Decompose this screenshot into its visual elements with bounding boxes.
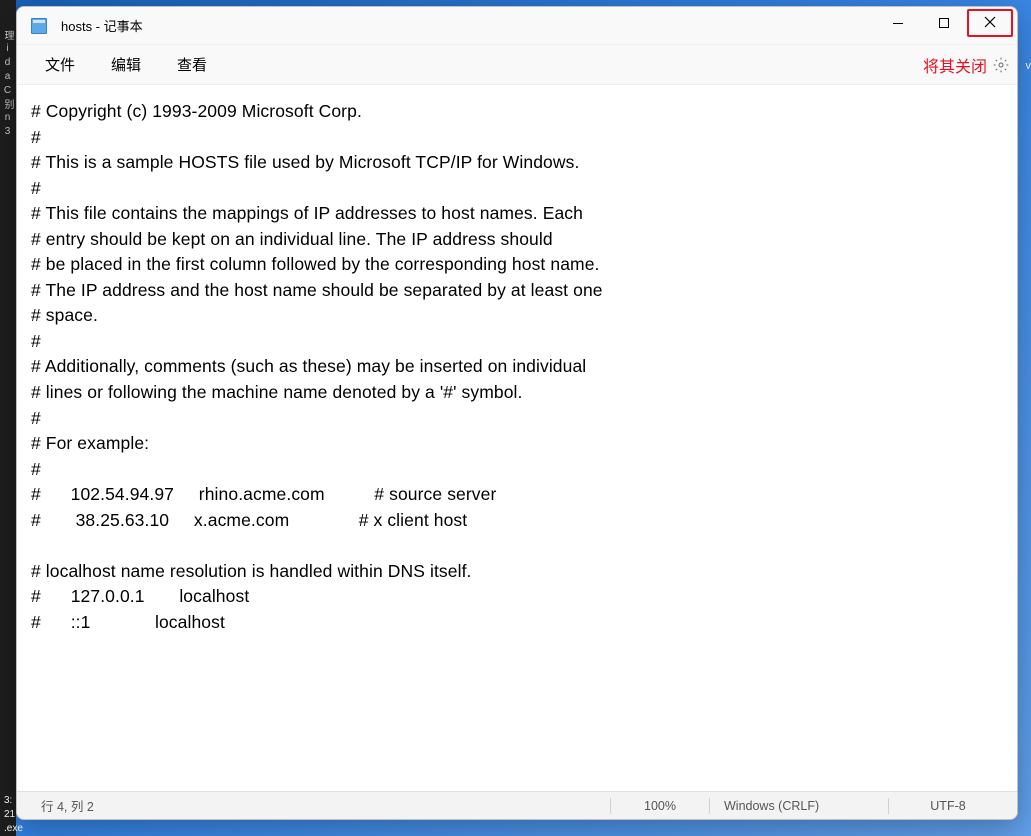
file-content[interactable]: # Copyright (c) 1993-2009 Microsoft Corp… <box>31 99 1003 635</box>
close-icon <box>984 16 996 31</box>
close-button[interactable] <box>967 9 1013 37</box>
menubar: 文件 编辑 查看 将其关闭 <box>17 45 1017 85</box>
minimize-icon <box>893 23 903 24</box>
notepad-icon <box>31 18 47 34</box>
notepad-window: hosts - 记事本 文件 编辑 查看 将其关闭 <box>16 6 1018 820</box>
background-bottom-left-3: .exe <box>0 821 27 836</box>
status-cursor-position: 行 4, 列 2 <box>31 796 606 815</box>
minimize-button[interactable] <box>875 7 921 39</box>
status-line-ending: Windows (CRLF) <box>714 799 884 813</box>
titlebar[interactable]: hosts - 记事本 <box>17 7 1017 45</box>
status-zoom[interactable]: 100% <box>615 799 705 813</box>
close-annotation: 将其关闭 <box>923 53 987 77</box>
gear-icon <box>993 57 1009 73</box>
window-title: hosts - 记事本 <box>61 16 143 35</box>
background-right-char: v <box>1026 60 1031 72</box>
editor-area[interactable]: # Copyright (c) 1993-2009 Microsoft Corp… <box>17 85 1017 791</box>
window-controls <box>875 7 1017 44</box>
background-left-strip: 理 i d a C 别 n 3 <box>0 0 16 836</box>
menu-file[interactable]: 文件 <box>27 48 93 81</box>
menu-view[interactable]: 查看 <box>159 48 225 81</box>
menu-edit[interactable]: 编辑 <box>93 48 159 81</box>
status-encoding: UTF-8 <box>893 799 1003 813</box>
maximize-icon <box>939 18 949 28</box>
settings-button[interactable] <box>993 57 1009 73</box>
maximize-button[interactable] <box>921 7 967 39</box>
background-bottom-left: 3: <box>0 793 16 808</box>
statusbar: 行 4, 列 2 100% Windows (CRLF) UTF-8 <box>17 791 1017 819</box>
